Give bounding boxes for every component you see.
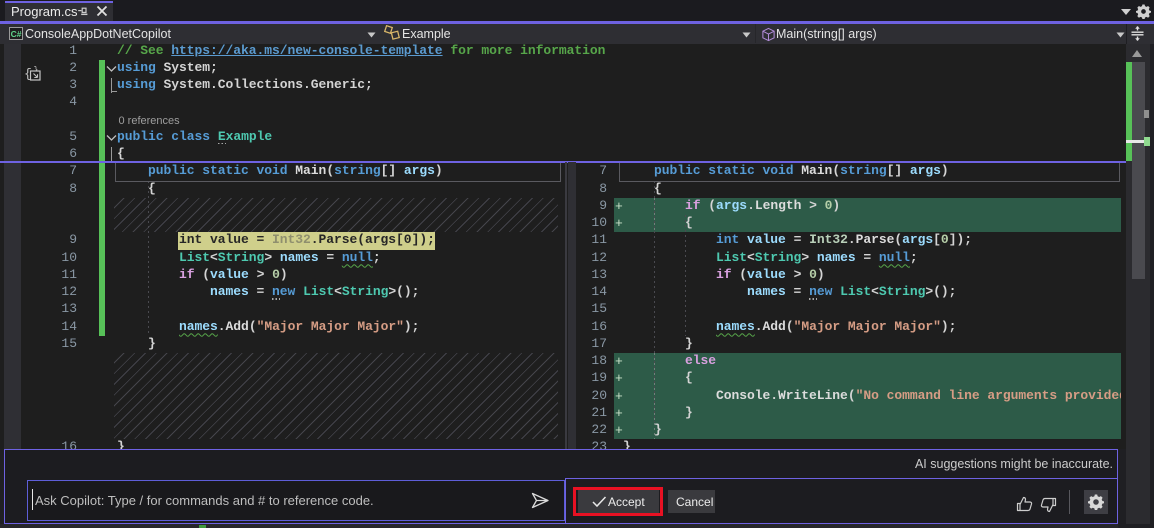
svg-text:C#: C# bbox=[11, 29, 22, 39]
